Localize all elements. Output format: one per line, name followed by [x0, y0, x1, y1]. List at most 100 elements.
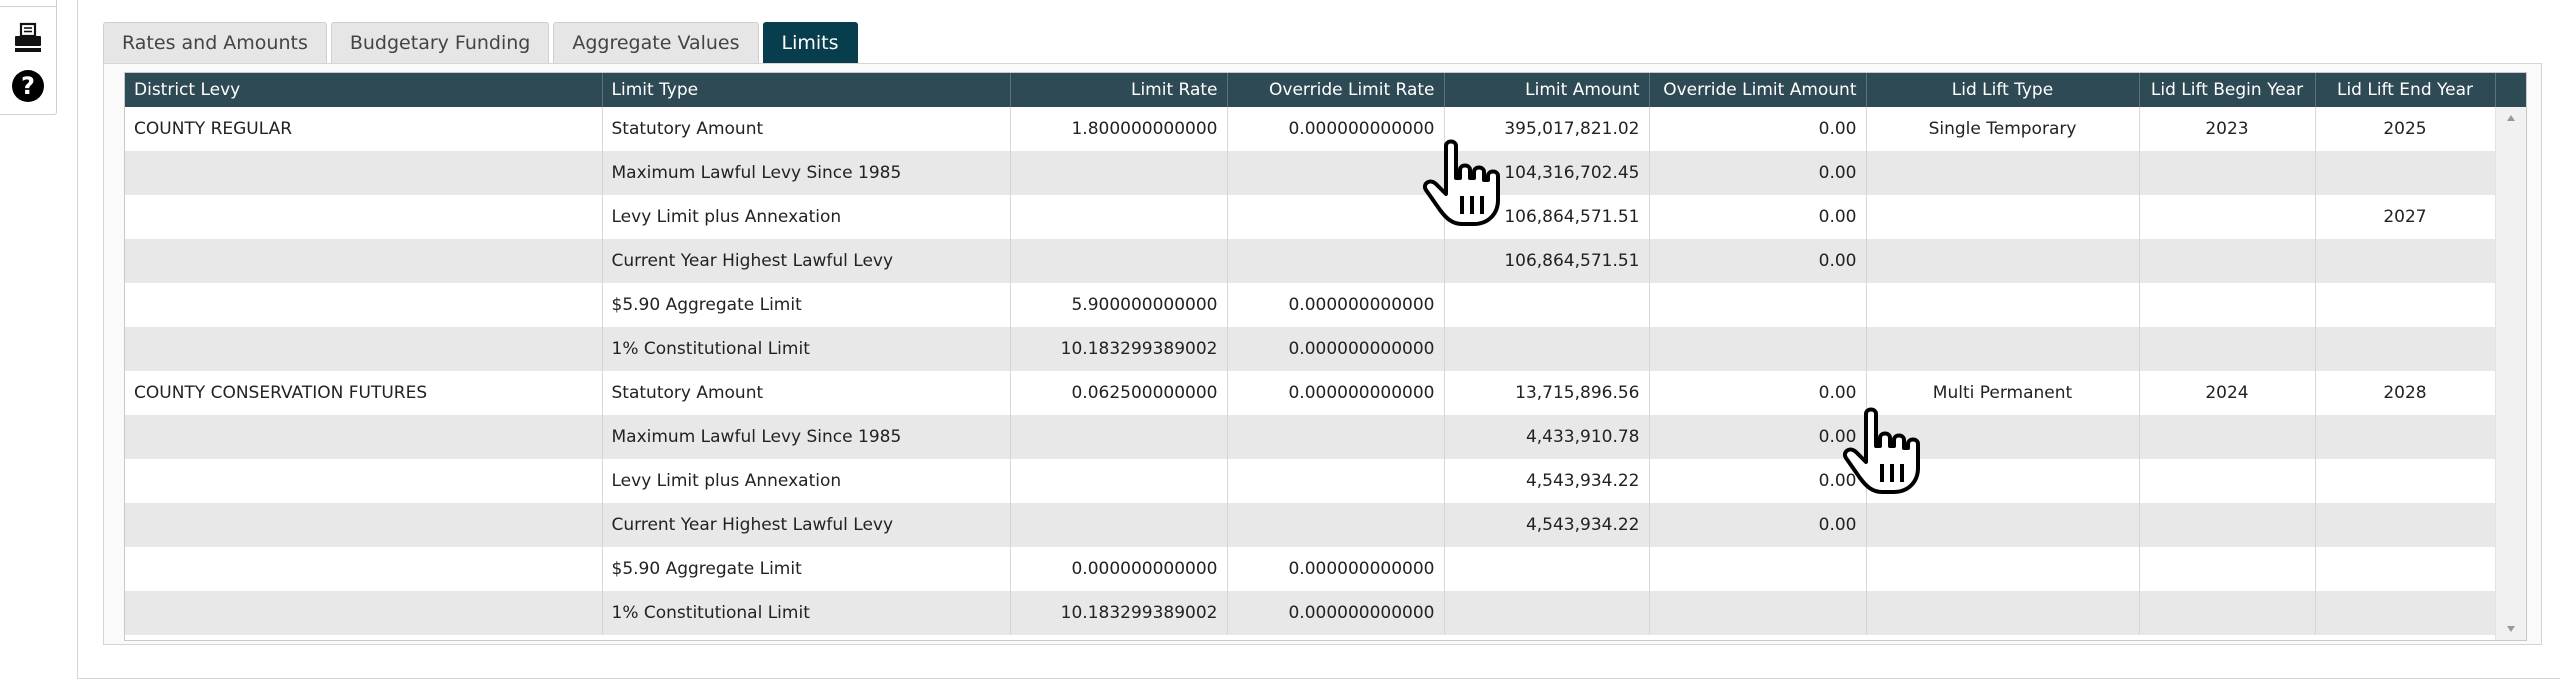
column-header[interactable]: Override Limit Rate — [1227, 73, 1445, 107]
limit-type-cell: Statutory Amount — [602, 371, 1011, 415]
override-limit-amount-cell — [1649, 283, 1867, 327]
override-limit-rate-cell: 0.000000000000 — [1227, 327, 1445, 371]
override-limit-amount-cell: 0.00 — [1649, 503, 1867, 547]
limit-type-cell: Maximum Lawful Levy Since 1985 — [602, 415, 1011, 459]
question-circle-icon[interactable]: ? — [12, 70, 44, 102]
lid-lift-begin-year-cell — [2139, 591, 2316, 635]
table-row[interactable]: 1% Constitutional Limit 10.183299389002 … — [125, 591, 2496, 635]
limit-type-cell: Statutory Amount — [602, 107, 1011, 151]
override-limit-rate-cell: 0.000000000000 — [1227, 283, 1445, 327]
scroll-up-arrow-icon[interactable] — [2507, 115, 2515, 121]
column-header[interactable]: Limit Type — [602, 73, 1011, 107]
district-levy-cell — [125, 547, 603, 591]
hand-cursor-icon — [1843, 407, 1920, 494]
column-header[interactable]: Limit Rate — [1010, 73, 1228, 107]
district-levy-cell: COUNTY REGULAR — [125, 107, 603, 151]
table-row[interactable]: 1% Constitutional Limit 10.183299389002 … — [125, 327, 2496, 371]
left-toolbar: ? — [0, 0, 57, 115]
tab-budgetary-funding[interactable]: Budgetary Funding — [330, 22, 550, 63]
column-header[interactable]: Lid Lift Type — [1866, 73, 2140, 107]
limit-amount-cell: 4,543,934.22 — [1444, 459, 1650, 503]
lid-lift-type-cell — [1866, 547, 2140, 591]
limit-type-cell: 1% Constitutional Limit — [602, 327, 1011, 371]
scroll-down-arrow-icon[interactable] — [2507, 626, 2515, 632]
scrollbar-header-corner — [2496, 73, 2526, 107]
printer-icon[interactable] — [13, 22, 43, 54]
limit-rate-cell — [1010, 503, 1228, 547]
column-header[interactable]: Limit Amount — [1444, 73, 1650, 107]
override-limit-amount-cell — [1649, 591, 1867, 635]
tab-aggregate-values[interactable]: Aggregate Values — [553, 22, 759, 63]
table-row[interactable]: Levy Limit plus Annexation 4,543,934.22 … — [125, 459, 2496, 503]
table-row[interactable]: Maximum Lawful Levy Since 1985 4,433,910… — [125, 415, 2496, 459]
table-row[interactable]: $5.90 Aggregate Limit 5.900000000000 0.0… — [125, 283, 2496, 327]
limit-rate-cell — [1010, 415, 1228, 459]
district-levy-cell — [125, 283, 603, 327]
column-header[interactable]: Lid Lift Begin Year — [2139, 73, 2316, 107]
override-limit-amount-cell: 0.00 — [1649, 459, 1867, 503]
lid-lift-end-year-cell: 2027 — [2315, 195, 2496, 239]
limits-table: District Levy Limit Type Limit Rate Over… — [125, 73, 2496, 635]
limit-rate-cell: 10.183299389002 — [1010, 327, 1228, 371]
lid-lift-begin-year-cell — [2139, 151, 2316, 195]
override-limit-rate-cell: 0.000000000000 — [1227, 591, 1445, 635]
district-levy-cell — [125, 239, 603, 283]
limit-amount-cell: 4,543,934.22 — [1444, 503, 1650, 547]
lid-lift-end-year-cell — [2315, 459, 2496, 503]
limit-type-cell: Levy Limit plus Annexation — [602, 459, 1011, 503]
table-row[interactable]: Levy Limit plus Annexation 106,864,571.5… — [125, 195, 2496, 239]
lid-lift-begin-year-cell — [2139, 459, 2316, 503]
toolbar-divider — [0, 0, 56, 7]
override-limit-amount-cell: 0.00 — [1649, 415, 1867, 459]
limit-rate-cell: 0.000000000000 — [1010, 547, 1228, 591]
override-limit-rate-cell — [1227, 151, 1445, 195]
limit-amount-cell: 4,433,910.78 — [1444, 415, 1650, 459]
limit-amount-cell — [1444, 591, 1650, 635]
limit-rate-cell — [1010, 195, 1228, 239]
tab-limits[interactable]: Limits — [762, 22, 858, 63]
column-header[interactable]: Lid Lift End Year — [2315, 73, 2496, 107]
hand-cursor-icon — [1423, 139, 1500, 226]
table-row[interactable]: Maximum Lawful Levy Since 1985 104,316,7… — [125, 151, 2496, 195]
lid-lift-begin-year-cell: 2023 — [2139, 107, 2316, 151]
override-limit-amount-cell — [1649, 327, 1867, 371]
lid-lift-end-year-cell — [2315, 327, 2496, 371]
table-row[interactable]: COUNTY CONSERVATION FUTURES Statutory Am… — [125, 371, 2496, 415]
main-panel: Rates and Amounts Budgetary Funding Aggr… — [77, 0, 2560, 679]
limit-amount-cell — [1444, 547, 1650, 591]
vertical-scrollbar[interactable] — [2495, 107, 2526, 640]
limit-rate-cell — [1010, 239, 1228, 283]
lid-lift-type-cell — [1866, 239, 2140, 283]
limit-type-cell: 1% Constitutional Limit — [602, 591, 1011, 635]
lid-lift-begin-year-cell — [2139, 503, 2316, 547]
override-limit-amount-cell: 0.00 — [1649, 107, 1867, 151]
limit-type-cell: $5.90 Aggregate Limit — [602, 283, 1011, 327]
column-header[interactable]: District Levy — [125, 73, 603, 107]
override-limit-amount-cell: 0.00 — [1649, 239, 1867, 283]
limit-type-cell: Levy Limit plus Annexation — [602, 195, 1011, 239]
table-row[interactable]: $5.90 Aggregate Limit 0.000000000000 0.0… — [125, 547, 2496, 591]
override-limit-amount-cell: 0.00 — [1649, 371, 1867, 415]
limit-rate-cell — [1010, 459, 1228, 503]
limit-type-cell: $5.90 Aggregate Limit — [602, 547, 1011, 591]
table-row[interactable]: Current Year Highest Lawful Levy 4,543,9… — [125, 503, 2496, 547]
district-levy-cell — [125, 151, 603, 195]
lid-lift-type-cell: Single Temporary — [1866, 107, 2140, 151]
lid-lift-end-year-cell: 2025 — [2315, 107, 2496, 151]
table-row[interactable]: COUNTY REGULAR Statutory Amount 1.800000… — [125, 107, 2496, 151]
column-header[interactable]: Override Limit Amount — [1649, 73, 1867, 107]
district-levy-cell — [125, 591, 603, 635]
lid-lift-type-cell — [1866, 195, 2140, 239]
limit-rate-cell: 0.062500000000 — [1010, 371, 1228, 415]
limit-amount-cell — [1444, 283, 1650, 327]
table-row[interactable]: Current Year Highest Lawful Levy 106,864… — [125, 239, 2496, 283]
limit-type-cell: Current Year Highest Lawful Levy — [602, 239, 1011, 283]
district-levy-cell — [125, 415, 603, 459]
limit-type-cell: Maximum Lawful Levy Since 1985 — [602, 151, 1011, 195]
tab-rates-and-amounts[interactable]: Rates and Amounts — [103, 22, 327, 63]
header-row: District Levy Limit Type Limit Rate Over… — [125, 73, 2496, 107]
district-levy-cell: COUNTY CONSERVATION FUTURES — [125, 371, 603, 415]
lid-lift-type-cell — [1866, 503, 2140, 547]
lid-lift-end-year-cell — [2315, 591, 2496, 635]
override-limit-amount-cell: 0.00 — [1649, 195, 1867, 239]
